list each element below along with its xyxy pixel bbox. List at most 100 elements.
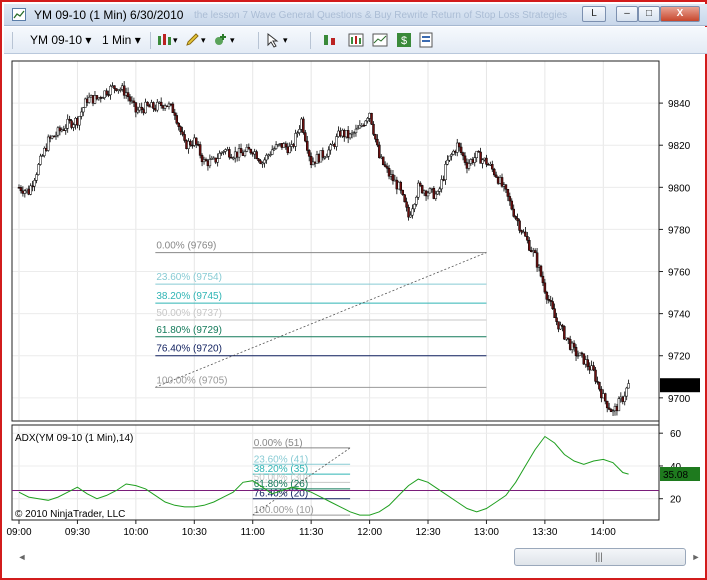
candle-down xyxy=(378,144,381,159)
candle-up xyxy=(348,133,352,139)
candle-down xyxy=(553,308,556,318)
candle-up xyxy=(243,151,247,156)
interval-selector[interactable]: 1 Min ▾ xyxy=(102,31,141,49)
candle-down xyxy=(598,381,601,390)
chart-area[interactable]: 0.00% (9769) 23.60% (9754) 38.20% (9745) 50… xyxy=(4,55,707,547)
price-panel-border xyxy=(11,60,660,422)
instrument-label: YM 09-10 xyxy=(30,33,83,47)
close-button[interactable]: X xyxy=(660,6,700,22)
maximize-button[interactable]: □ xyxy=(638,6,660,22)
candle-down xyxy=(535,252,539,268)
candle-up xyxy=(29,185,32,195)
toolbar-separator xyxy=(310,32,311,49)
candle-up xyxy=(78,116,81,126)
adx-fib-level-label: 100.00% (10) xyxy=(254,505,314,516)
x-tick-label: 12:30 xyxy=(415,527,440,538)
svg-text:$: $ xyxy=(401,35,407,47)
candle-up xyxy=(218,153,221,159)
scroll-left-arrow[interactable]: ◄ xyxy=(14,547,30,567)
title-bar[interactable]: YM 09-10 (1 Min) 6/30/2010 the lesson 7 … xyxy=(4,4,707,26)
chart-window: YM 09-10 (1 Min) 6/30/2010 the lesson 7 … xyxy=(0,0,707,580)
interval-label: 1 Min xyxy=(102,33,132,47)
candle-up xyxy=(39,155,42,165)
chart-properties-icon[interactable] xyxy=(372,32,388,48)
chevron-down-icon[interactable]: ▾ xyxy=(201,31,206,49)
strategies-icon[interactable] xyxy=(348,32,364,48)
scroll-thumb[interactable]: ||| xyxy=(514,548,686,566)
candle-up xyxy=(33,180,36,187)
x-tick-label: 09:30 xyxy=(65,527,90,538)
candle-down xyxy=(508,196,512,202)
candle-down xyxy=(485,157,488,165)
candle-down xyxy=(306,140,309,151)
candle-down xyxy=(105,90,108,95)
candle-up xyxy=(364,120,367,126)
x-tick-label: 11:00 xyxy=(241,527,266,538)
candle-down xyxy=(533,250,537,254)
candle-down xyxy=(255,151,258,160)
dollar-icon[interactable]: $ xyxy=(396,32,412,48)
x-tick-label: 10:00 xyxy=(123,527,148,538)
instrument-selector[interactable]: YM 09-10 ▾ xyxy=(30,31,91,49)
price-fib-level-label: 0.00% (9769) xyxy=(156,241,216,252)
candle-down xyxy=(179,126,182,133)
minimize-button[interactable]: – xyxy=(616,6,638,22)
price-fib-level-label: 38.20% (9745) xyxy=(156,291,222,302)
toolbar-separator xyxy=(258,32,259,49)
indicators-icon[interactable] xyxy=(322,32,338,48)
price-y-tick-label: 9740 xyxy=(668,310,691,321)
candle-up xyxy=(623,395,626,402)
chevron-down-icon[interactable]: ▾ xyxy=(173,31,178,49)
candle-down xyxy=(506,189,510,197)
candle-up xyxy=(467,163,471,169)
candle-up xyxy=(327,149,330,157)
pencil-icon[interactable] xyxy=(184,32,200,48)
candle-down xyxy=(524,231,527,237)
candle-down xyxy=(383,164,387,167)
candle-down xyxy=(504,184,508,190)
x-tick-label: 13:00 xyxy=(474,527,499,538)
candle-down xyxy=(401,189,404,195)
candle-down xyxy=(249,148,253,154)
candle-down xyxy=(302,118,305,133)
candle-down xyxy=(175,115,179,124)
x-tick-label: 13:30 xyxy=(532,527,557,538)
chevron-down-icon: ▾ xyxy=(85,33,92,47)
adx-y-tick-label: 20 xyxy=(670,495,682,506)
candle-up xyxy=(288,146,291,154)
candle-down xyxy=(198,144,202,156)
candle-down xyxy=(594,369,597,382)
candle-down xyxy=(399,181,402,191)
candle-down xyxy=(307,150,311,157)
candle-down xyxy=(518,220,521,231)
price-y-tick-label: 9720 xyxy=(668,352,691,363)
chevron-down-icon: ▾ xyxy=(134,33,141,47)
panel-icon[interactable] xyxy=(418,32,434,48)
candle-down xyxy=(492,168,496,176)
candle-down xyxy=(374,134,377,140)
candle-up xyxy=(80,111,83,117)
cursor-icon[interactable] xyxy=(265,32,281,48)
candle-up xyxy=(294,133,297,147)
layout-button[interactable]: L xyxy=(582,6,606,22)
window-title: YM 09-10 (1 Min) 6/30/2010 xyxy=(34,8,184,22)
candle-down xyxy=(541,275,545,284)
chevron-down-icon[interactable]: ▾ xyxy=(283,31,288,49)
candle-down xyxy=(405,201,408,208)
candle-up xyxy=(37,164,40,175)
candle-down xyxy=(189,140,192,146)
candle-down xyxy=(551,301,554,309)
candle-down xyxy=(514,216,517,219)
candle-up xyxy=(440,179,443,190)
candle-down xyxy=(370,112,373,125)
horizontal-scrollbar[interactable]: ◄ ||| ► xyxy=(14,547,704,567)
scroll-grip-icon: ||| xyxy=(595,552,603,563)
scroll-right-arrow[interactable]: ► xyxy=(688,547,704,567)
data-box-icon[interactable] xyxy=(212,32,228,48)
candle-up xyxy=(617,398,621,412)
chevron-down-icon[interactable]: ▾ xyxy=(230,31,235,49)
candle-down xyxy=(128,96,132,102)
toolbar-grip xyxy=(12,32,13,49)
copyright-text: © 2010 NinjaTrader, LLC xyxy=(15,509,125,520)
bar-chart-icon[interactable] xyxy=(156,32,172,48)
